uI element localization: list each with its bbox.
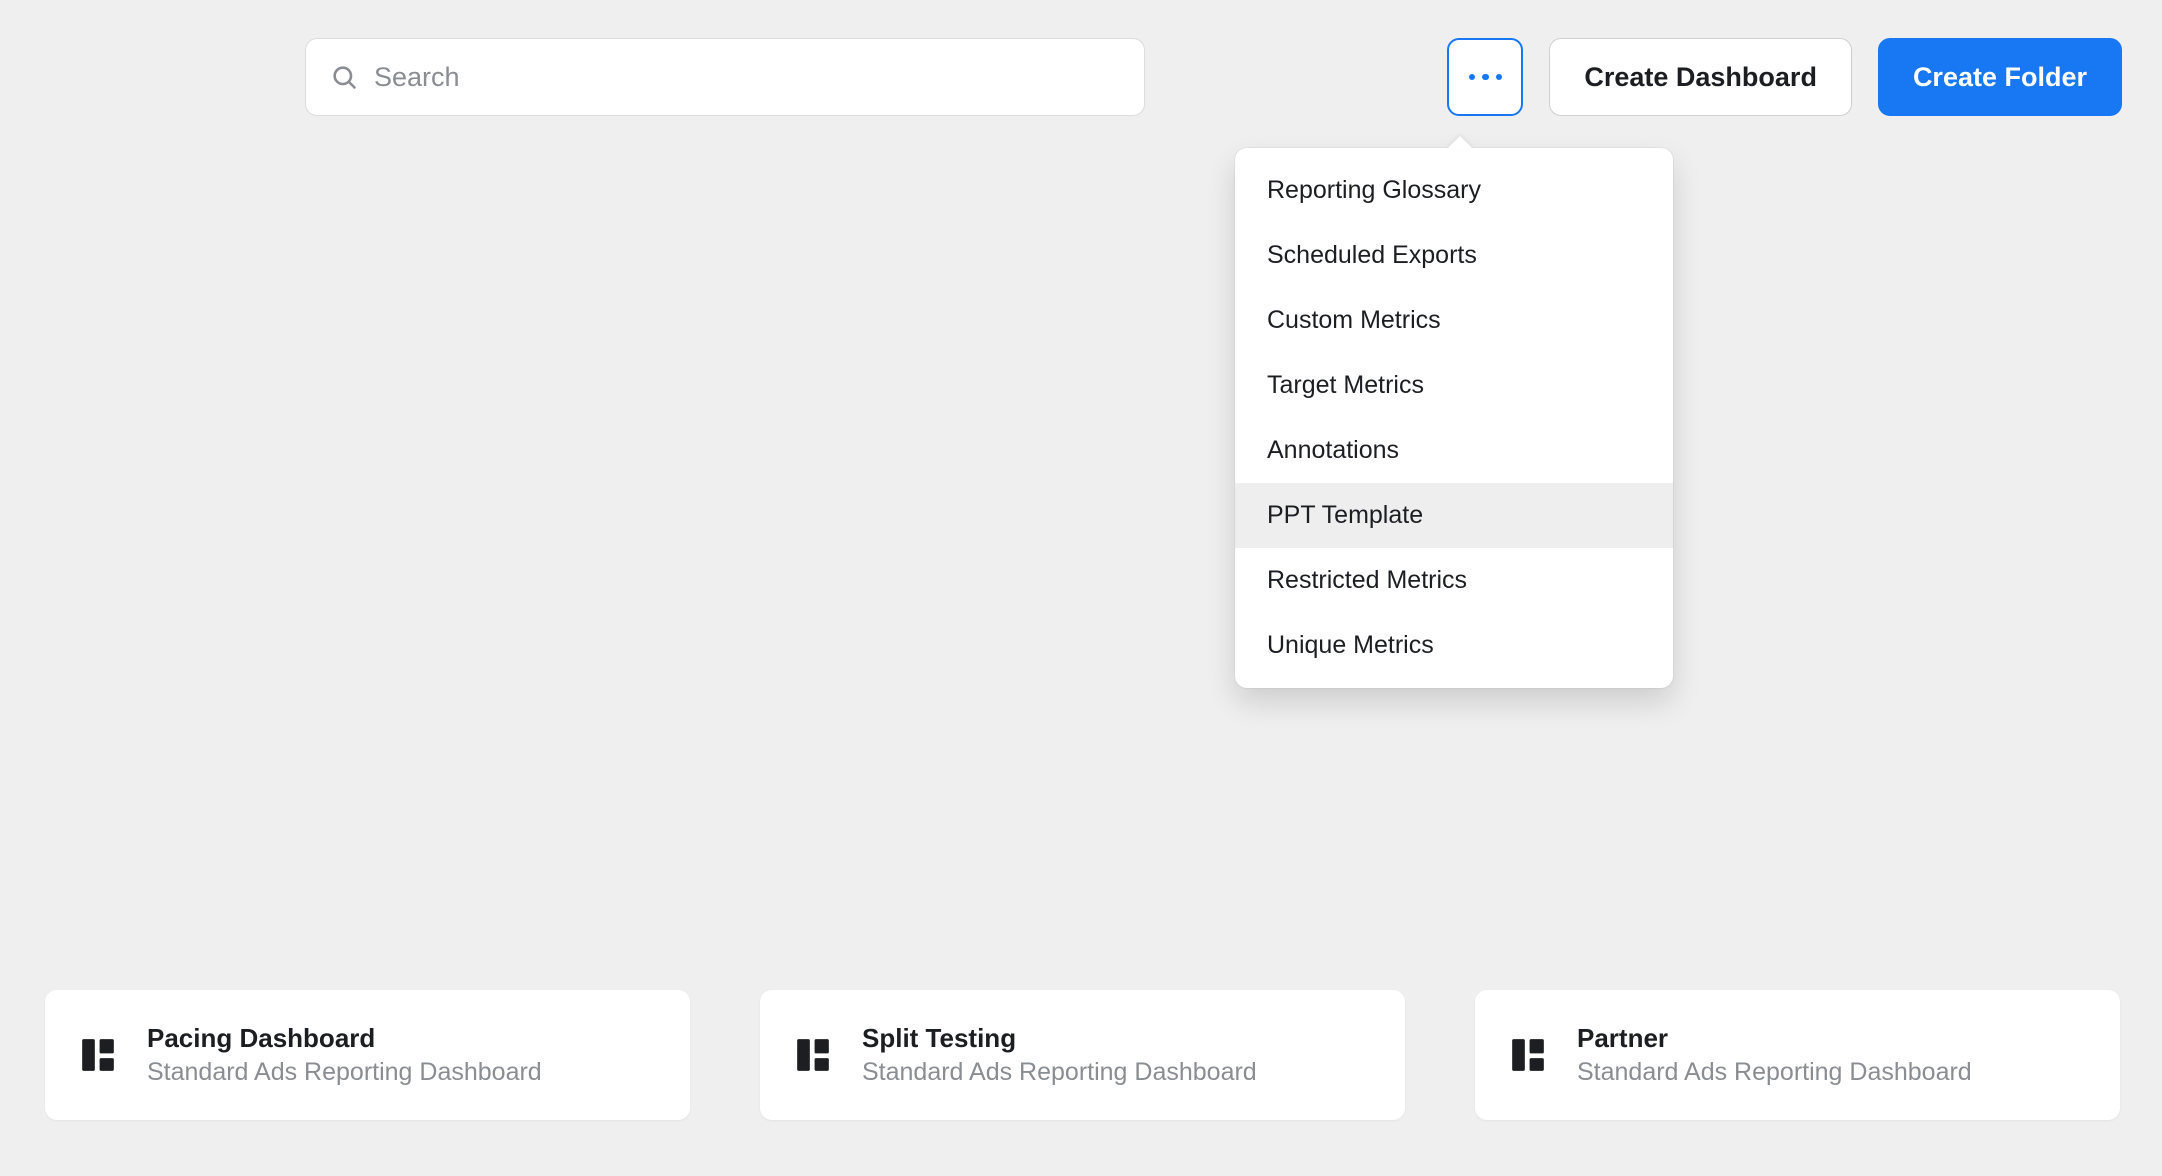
search-icon (330, 63, 358, 91)
dashboard-cards-row: Pacing Dashboard Standard Ads Reporting … (45, 990, 2162, 1120)
menu-item-reporting-glossary[interactable]: Reporting Glossary (1235, 158, 1673, 223)
more-icon (1469, 74, 1503, 81)
menu-item-unique-metrics[interactable]: Unique Metrics (1235, 613, 1673, 678)
dashboard-card-partner[interactable]: Partner Standard Ads Reporting Dashboard (1475, 990, 2120, 1120)
dashboard-icon (1509, 1036, 1547, 1074)
dashboard-card-split-testing[interactable]: Split Testing Standard Ads Reporting Das… (760, 990, 1405, 1120)
search-box[interactable] (305, 38, 1145, 116)
card-title: Pacing Dashboard (147, 1023, 542, 1054)
menu-item-scheduled-exports[interactable]: Scheduled Exports (1235, 223, 1673, 288)
more-options-button[interactable] (1447, 38, 1523, 116)
card-text: Partner Standard Ads Reporting Dashboard (1577, 1023, 1972, 1087)
card-subtitle: Standard Ads Reporting Dashboard (147, 1058, 542, 1087)
menu-item-target-metrics[interactable]: Target Metrics (1235, 353, 1673, 418)
create-dashboard-button[interactable]: Create Dashboard (1549, 38, 1852, 116)
card-subtitle: Standard Ads Reporting Dashboard (1577, 1058, 1972, 1087)
menu-item-restricted-metrics[interactable]: Restricted Metrics (1235, 548, 1673, 613)
card-subtitle: Standard Ads Reporting Dashboard (862, 1058, 1257, 1087)
card-title: Split Testing (862, 1023, 1257, 1054)
dashboard-card-pacing[interactable]: Pacing Dashboard Standard Ads Reporting … (45, 990, 690, 1120)
menu-item-ppt-template[interactable]: PPT Template (1235, 483, 1673, 548)
menu-item-custom-metrics[interactable]: Custom Metrics (1235, 288, 1673, 353)
dashboard-icon (79, 1036, 117, 1074)
card-text: Split Testing Standard Ads Reporting Das… (862, 1023, 1257, 1087)
card-title: Partner (1577, 1023, 1972, 1054)
create-folder-button[interactable]: Create Folder (1878, 38, 2122, 116)
card-text: Pacing Dashboard Standard Ads Reporting … (147, 1023, 542, 1087)
search-input[interactable] (374, 62, 1120, 93)
dashboard-icon (794, 1036, 832, 1074)
more-options-menu: Reporting Glossary Scheduled Exports Cus… (1235, 148, 1673, 688)
topbar: Create Dashboard Create Folder (305, 38, 2122, 116)
menu-item-annotations[interactable]: Annotations (1235, 418, 1673, 483)
